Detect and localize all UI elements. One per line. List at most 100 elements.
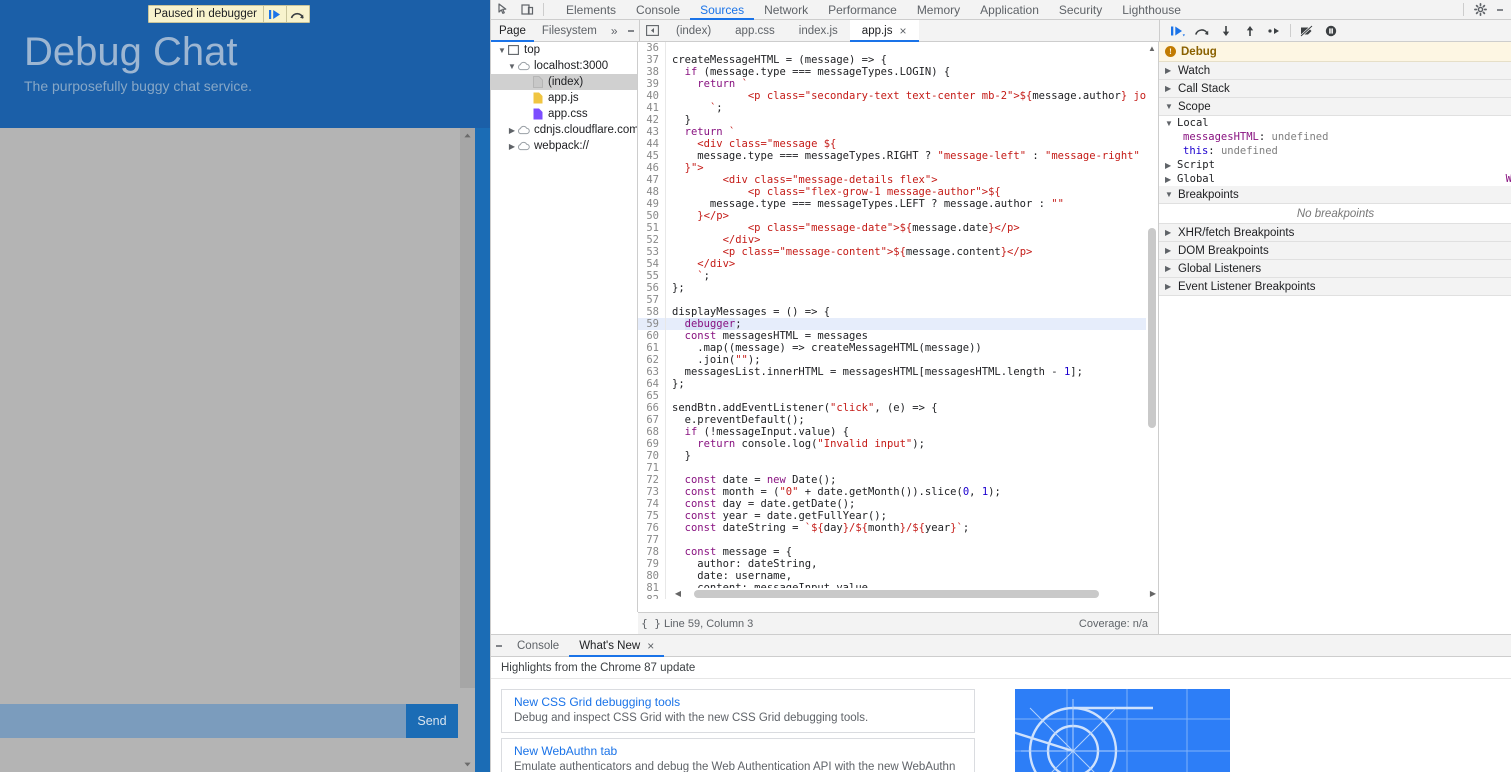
code-line[interactable]: 49 message.type === messageTypes.LEFT ? … [638, 198, 1158, 210]
line-content[interactable]: .map((message) => createMessageHTML(mess… [666, 342, 981, 354]
tab-application[interactable]: Application [970, 0, 1049, 20]
line-content[interactable]: </div> [666, 258, 735, 270]
scroll-up-arrow-icon[interactable] [460, 128, 475, 143]
drawer-more-options-icon[interactable] [491, 635, 507, 657]
inspect-element-icon[interactable] [491, 0, 515, 20]
line-number[interactable]: 57 [638, 294, 666, 306]
line-content[interactable] [666, 534, 672, 546]
tab-performance[interactable]: Performance [818, 0, 907, 20]
line-number[interactable]: 37 [638, 54, 666, 66]
section-xhr-fetch-breakpoints[interactable]: ▶ XHR/fetch Breakpoints [1159, 224, 1511, 242]
drawer-tab-console[interactable]: Console [507, 635, 569, 657]
line-number[interactable]: 58 [638, 306, 666, 318]
line-content[interactable]: if (!messageInput.value) { [666, 426, 849, 438]
tab-network[interactable]: Network [754, 0, 818, 20]
line-content[interactable]: return ` [666, 126, 736, 138]
editor-tab-app-css[interactable]: app.css [723, 20, 787, 42]
editor-scroll-thumb[interactable] [1148, 228, 1156, 428]
toggle-device-toolbar-icon[interactable] [515, 0, 539, 20]
line-number[interactable]: 55 [638, 270, 666, 282]
line-number[interactable]: 73 [638, 486, 666, 498]
code-line[interactable]: 45 message.type === messageTypes.RIGHT ?… [638, 150, 1158, 162]
scroll-left-arrow-icon[interactable]: ◀ [672, 588, 684, 599]
code-line[interactable]: 61 .map((message) => createMessageHTML(m… [638, 342, 1158, 354]
line-content[interactable]: <div class="message ${ [666, 138, 836, 150]
code-line[interactable]: 74 const day = date.getDate(); [638, 498, 1158, 510]
line-number[interactable]: 59 [638, 318, 666, 330]
code-line[interactable]: 72 const date = new Date(); [638, 474, 1158, 486]
line-number[interactable]: 52 [638, 234, 666, 246]
code-line[interactable]: 37 createMessageHTML = (message) => { [638, 54, 1158, 66]
line-number[interactable]: 40 [638, 90, 666, 102]
line-content[interactable]: }</p> [666, 210, 729, 222]
section-event-listener-breakpoints[interactable]: ▶ Event Listener Breakpoints [1159, 278, 1511, 296]
line-content[interactable]: message.type === messageTypes.LEFT ? mes… [666, 198, 1064, 210]
line-content[interactable]: const messagesHTML = messages [666, 330, 868, 342]
tree-node-app-css[interactable]: app.css [491, 106, 637, 122]
nav-tab-page[interactable]: Page [491, 20, 534, 42]
line-number[interactable]: 39 [638, 78, 666, 90]
line-number[interactable]: 46 [638, 162, 666, 174]
code-editor[interactable]: 36 37 createMessageHTML = (message) => {38… [638, 42, 1159, 612]
line-content[interactable]: displayMessages = () => { [666, 306, 830, 318]
banner-resume-icon[interactable] [264, 6, 286, 22]
tab-elements[interactable]: Elements [556, 0, 626, 20]
section-global-listeners[interactable]: ▶ Global Listeners [1159, 260, 1511, 278]
twisty-icon[interactable]: ▶ [507, 126, 517, 135]
nav-more-tabs-icon[interactable]: » [605, 24, 624, 38]
file-navigator[interactable]: ▼ top ▼ localhost:3000 (index) app.js ap… [491, 42, 638, 612]
card-title[interactable]: New CSS Grid debugging tools [514, 695, 962, 709]
line-number[interactable]: 76 [638, 522, 666, 534]
code-line[interactable]: 52 </div> [638, 234, 1158, 246]
code-line[interactable]: 62 .join(""); [638, 354, 1158, 366]
navigator-more-options-icon[interactable] [624, 20, 640, 42]
line-content[interactable]: }; [666, 282, 685, 294]
toggle-navigator-icon[interactable] [640, 20, 664, 42]
line-number[interactable]: 69 [638, 438, 666, 450]
line-content[interactable]: <p class="flex-grow-1 message-author">${ [666, 186, 1001, 198]
line-content[interactable]: }; [666, 378, 685, 390]
pause-on-exceptions-button[interactable] [1319, 20, 1343, 42]
line-content[interactable]: const message = { [666, 546, 792, 558]
scroll-down-arrow-icon[interactable] [460, 757, 475, 772]
line-number[interactable]: 36 [638, 42, 666, 54]
code-line[interactable]: 80 date: username, [638, 570, 1158, 582]
line-number[interactable]: 77 [638, 534, 666, 546]
banner-step-over-icon[interactable] [287, 6, 309, 22]
step-into-next-function-call-button[interactable] [1214, 20, 1238, 42]
step-over-next-function-call-button[interactable] [1190, 20, 1214, 42]
tree-node-localhost[interactable]: ▼ localhost:3000 [491, 58, 637, 74]
code-line[interactable]: 70 } [638, 450, 1158, 462]
tab-sources[interactable]: Sources [690, 0, 754, 20]
twisty-icon[interactable]: ▶ [507, 142, 517, 151]
line-content[interactable]: message.type === messageTypes.RIGHT ? "m… [666, 150, 1140, 162]
line-number[interactable]: 53 [638, 246, 666, 258]
line-number[interactable]: 43 [638, 126, 666, 138]
twisty-icon[interactable]: ▼ [507, 62, 517, 71]
drawer-tab-whats-new[interactable]: What's New × [569, 635, 664, 657]
scroll-up-arrow-icon[interactable]: ▲ [1146, 42, 1158, 54]
line-number[interactable]: 62 [638, 354, 666, 366]
code-line[interactable]: 51 <p class="message-date">${message.dat… [638, 222, 1158, 234]
pretty-print-icon[interactable]: { } [638, 613, 664, 635]
scroll-right-arrow-icon[interactable]: ▶ [1147, 588, 1158, 599]
line-number[interactable]: 50 [638, 210, 666, 222]
code-line[interactable]: 41 `; [638, 102, 1158, 114]
step-button[interactable] [1262, 20, 1286, 42]
line-number[interactable]: 71 [638, 462, 666, 474]
line-content[interactable]: }"> [666, 162, 704, 174]
line-number[interactable]: 61 [638, 342, 666, 354]
scope-prop-messagesHTML[interactable]: messagesHTML : undefined [1159, 130, 1511, 144]
line-number[interactable]: 45 [638, 150, 666, 162]
line-content[interactable]: <p class="message-content">${message.con… [666, 246, 1033, 258]
line-number[interactable]: 75 [638, 510, 666, 522]
source-code[interactable]: 36 37 createMessageHTML = (message) => {38… [638, 42, 1158, 599]
tab-console[interactable]: Console [626, 0, 690, 20]
close-icon[interactable]: × [647, 635, 654, 657]
editor-tab-index-js[interactable]: index.js [787, 20, 850, 42]
code-line[interactable]: 47 <div class="message-details flex"> [638, 174, 1158, 186]
line-content[interactable]: createMessageHTML = (message) => { [666, 54, 887, 66]
line-number[interactable]: 48 [638, 186, 666, 198]
scope-group-script[interactable]: ▶ Script [1159, 158, 1511, 172]
code-line[interactable]: 71 [638, 462, 1158, 474]
